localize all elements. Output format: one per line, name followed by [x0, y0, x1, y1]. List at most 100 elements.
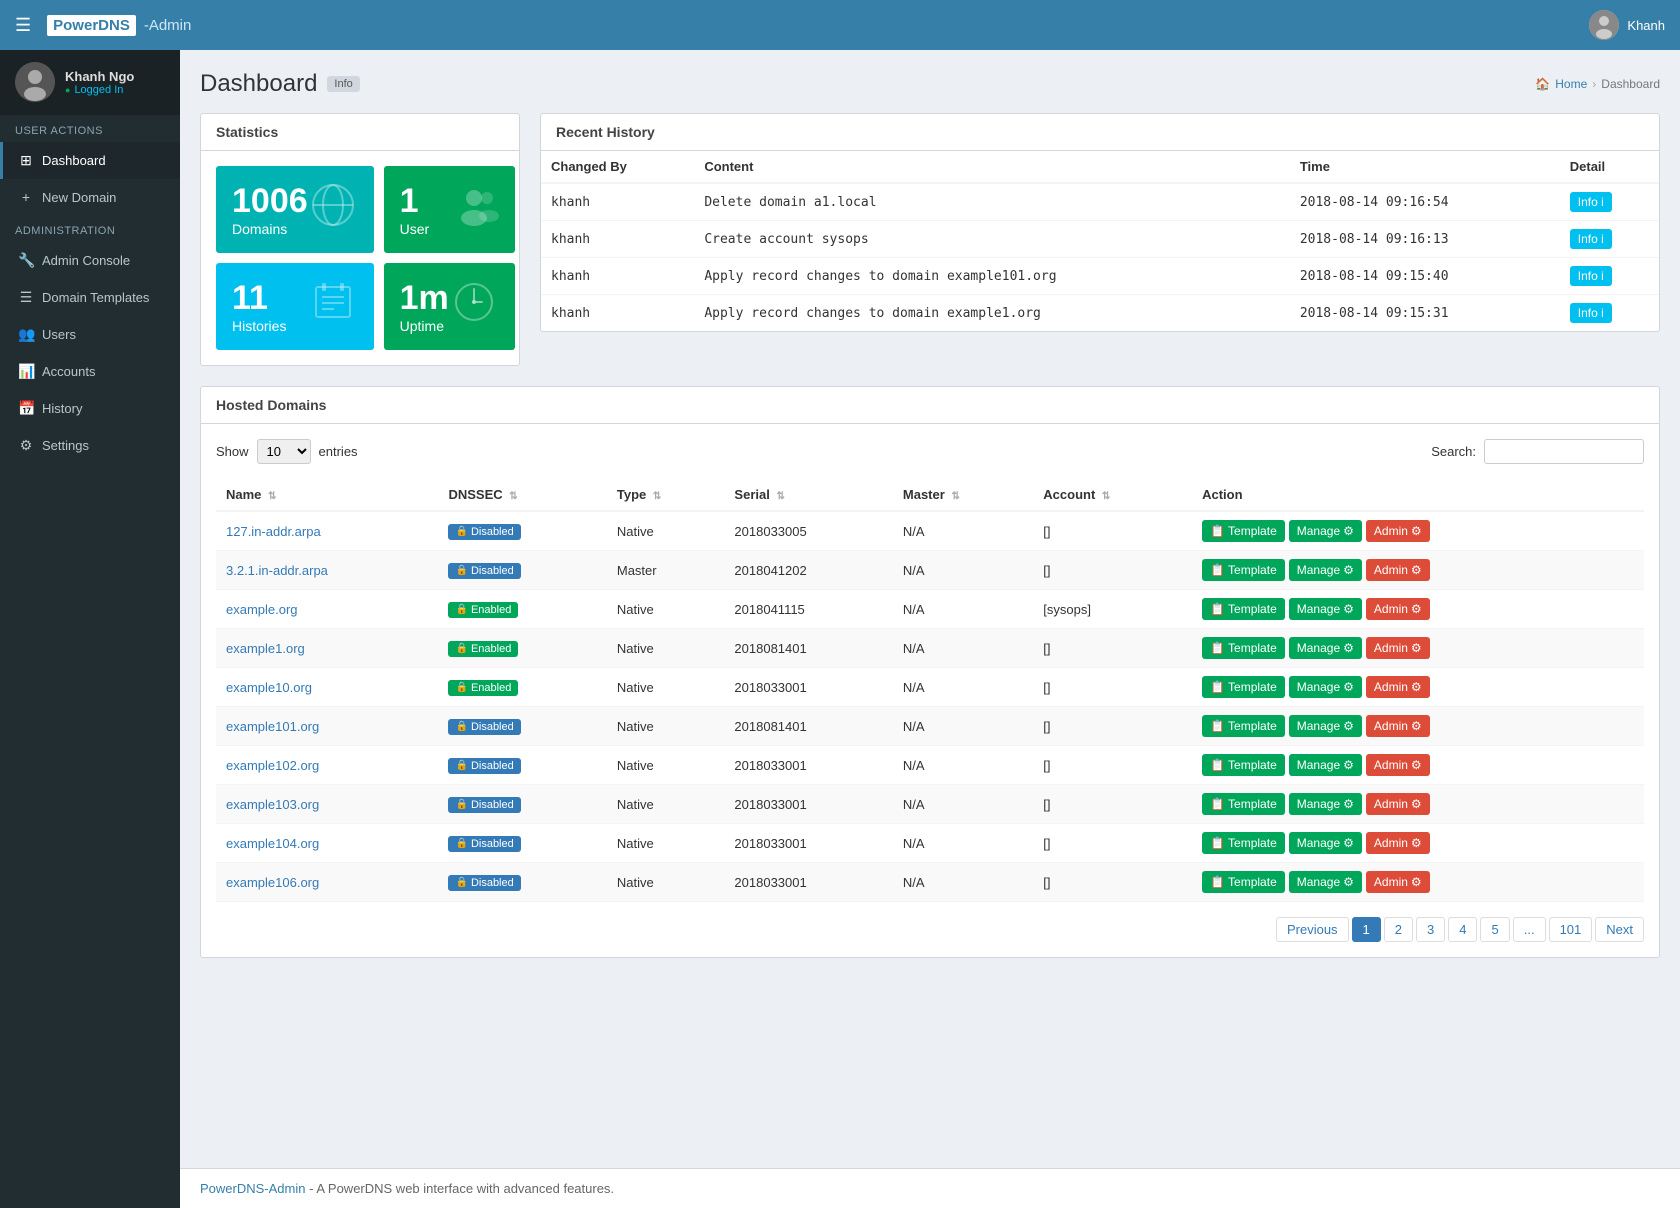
- domain-link[interactable]: example102.org: [226, 758, 319, 773]
- domain-link[interactable]: example104.org: [226, 836, 319, 851]
- footer-brand-link[interactable]: PowerDNS-Admin: [200, 1181, 305, 1196]
- domain-link[interactable]: example1.org: [226, 641, 305, 656]
- sidebar-item-accounts[interactable]: 📊 Accounts: [0, 353, 180, 390]
- pagination-next[interactable]: Next: [1595, 917, 1644, 942]
- admin-button[interactable]: Admin ⚙: [1366, 676, 1430, 698]
- pagination-page[interactable]: ...: [1513, 917, 1546, 942]
- admin-button[interactable]: Admin ⚙: [1366, 520, 1430, 542]
- template-button[interactable]: 📋 Template: [1202, 559, 1285, 581]
- info-button[interactable]: Info i: [1570, 192, 1612, 212]
- template-button[interactable]: 📋 Template: [1202, 871, 1285, 893]
- admin-button[interactable]: Admin ⚙: [1366, 559, 1430, 581]
- domain-serial: 2018081401: [724, 707, 892, 746]
- admin-button[interactable]: Admin ⚙: [1366, 637, 1430, 659]
- breadcrumb-home[interactable]: Home: [1555, 77, 1587, 91]
- sidebar-item-admin-console[interactable]: 🔧 Admin Console: [0, 242, 180, 279]
- info-badge[interactable]: Info: [327, 76, 359, 92]
- domain-link[interactable]: 127.in-addr.arpa: [226, 524, 321, 539]
- domain-link[interactable]: example10.org: [226, 680, 312, 695]
- manage-button[interactable]: Manage ⚙: [1289, 871, 1362, 893]
- manage-button[interactable]: Manage ⚙: [1289, 715, 1362, 737]
- manage-button[interactable]: Manage ⚙: [1289, 520, 1362, 542]
- domain-link[interactable]: 3.2.1.in-addr.arpa: [226, 563, 328, 578]
- info-button[interactable]: Info i: [1570, 229, 1612, 249]
- manage-button[interactable]: Manage ⚙: [1289, 676, 1362, 698]
- avatar: [1589, 10, 1619, 40]
- statistics-card: Statistics 1006 Domains: [200, 113, 520, 366]
- search-input[interactable]: [1484, 439, 1644, 464]
- admin-button[interactable]: Admin ⚙: [1366, 832, 1430, 854]
- sort-account-icon[interactable]: ⇅: [1102, 491, 1110, 502]
- domain-account: []: [1033, 746, 1192, 785]
- template-button[interactable]: 📋 Template: [1202, 637, 1285, 659]
- template-button[interactable]: 📋 Template: [1202, 598, 1285, 620]
- admin-button[interactable]: Admin ⚙: [1366, 598, 1430, 620]
- template-button[interactable]: 📋 Template: [1202, 754, 1285, 776]
- sort-type-icon[interactable]: ⇅: [653, 491, 661, 502]
- hosted-domains-body: Show 10 25 50 100 entries Search:: [201, 424, 1659, 957]
- pagination-prev[interactable]: Previous: [1276, 917, 1349, 942]
- domain-link[interactable]: example.org: [226, 602, 298, 617]
- template-button[interactable]: 📋 Template: [1202, 676, 1285, 698]
- manage-button[interactable]: Manage ⚙: [1289, 793, 1362, 815]
- domain-account: [sysops]: [1033, 590, 1192, 629]
- manage-button[interactable]: Manage ⚙: [1289, 754, 1362, 776]
- sidebar-status: Logged In: [65, 84, 134, 96]
- pagination-page[interactable]: 2: [1384, 917, 1413, 942]
- manage-button[interactable]: Manage ⚙: [1289, 637, 1362, 659]
- sidebar-item-domain-templates[interactable]: ☰ Domain Templates: [0, 279, 180, 316]
- domains-icon: [308, 180, 358, 239]
- template-button[interactable]: 📋 Template: [1202, 715, 1285, 737]
- template-button[interactable]: 📋 Template: [1202, 793, 1285, 815]
- stats-grid: 1006 Domains: [216, 166, 504, 350]
- info-button[interactable]: Info i: [1570, 303, 1612, 323]
- col-account: Account ⇅: [1033, 479, 1192, 511]
- table-row: example102.org 🔒 Disabled Native 2018033…: [216, 746, 1644, 785]
- admin-button[interactable]: Admin ⚙: [1366, 793, 1430, 815]
- admin-button[interactable]: Admin ⚙: [1366, 754, 1430, 776]
- template-button[interactable]: 📋 Template: [1202, 832, 1285, 854]
- domain-serial: 2018041202: [724, 551, 892, 590]
- pagination-page[interactable]: 3: [1416, 917, 1445, 942]
- domain-link[interactable]: example103.org: [226, 797, 319, 812]
- col-master: Master ⇅: [893, 479, 1033, 511]
- domain-actions: 📋 Template Manage ⚙ Admin ⚙: [1192, 511, 1644, 551]
- entries-select[interactable]: 10 25 50 100: [257, 439, 311, 464]
- admin-button[interactable]: Admin ⚙: [1366, 871, 1430, 893]
- pagination-page[interactable]: 1: [1352, 917, 1381, 942]
- manage-button[interactable]: Manage ⚙: [1289, 598, 1362, 620]
- sidebar-item-users[interactable]: 👥 Users: [0, 316, 180, 353]
- sidebar-avatar: [15, 62, 55, 102]
- domain-name: example103.org: [216, 785, 438, 824]
- sort-serial-icon[interactable]: ⇅: [776, 491, 784, 502]
- users-count: 1: [400, 182, 430, 221]
- hamburger-menu[interactable]: ☰: [15, 15, 31, 36]
- pagination-page[interactable]: 4: [1448, 917, 1477, 942]
- domain-type: Native: [607, 785, 725, 824]
- info-button[interactable]: Info i: [1570, 266, 1612, 286]
- search-label: Search:: [1431, 444, 1476, 459]
- col-dnssec: DNSSEC ⇅: [438, 479, 606, 511]
- user-menu[interactable]: Khanh: [1589, 10, 1665, 40]
- domain-type: Native: [607, 668, 725, 707]
- sidebar-item-new-domain[interactable]: + New Domain: [0, 179, 180, 215]
- domain-link[interactable]: example101.org: [226, 719, 319, 734]
- template-button[interactable]: 📋 Template: [1202, 520, 1285, 542]
- lock-icon: 🔒: [455, 604, 467, 615]
- pagination-page[interactable]: 5: [1480, 917, 1509, 942]
- sort-dnssec-icon[interactable]: ⇅: [509, 491, 517, 502]
- sidebar-item-history[interactable]: 📅 History: [0, 390, 180, 427]
- pagination: Previous12345...101Next: [216, 917, 1644, 942]
- footer: PowerDNS-Admin - A PowerDNS web interfac…: [180, 1168, 1680, 1208]
- pagination-page[interactable]: 101: [1549, 917, 1593, 942]
- sort-name-icon[interactable]: ⇅: [268, 491, 276, 502]
- sort-master-icon[interactable]: ⇅: [951, 491, 959, 502]
- sidebar-item-settings[interactable]: ⚙ Settings: [0, 427, 180, 464]
- domain-link[interactable]: example106.org: [226, 875, 319, 890]
- sidebar-item-dashboard[interactable]: ⊞ Dashboard: [0, 142, 180, 179]
- domain-actions: 📋 Template Manage ⚙ Admin ⚙: [1192, 590, 1644, 629]
- manage-button[interactable]: Manage ⚙: [1289, 832, 1362, 854]
- manage-button[interactable]: Manage ⚙: [1289, 559, 1362, 581]
- manage-gear-icon: ⚙: [1343, 719, 1354, 733]
- admin-button[interactable]: Admin ⚙: [1366, 715, 1430, 737]
